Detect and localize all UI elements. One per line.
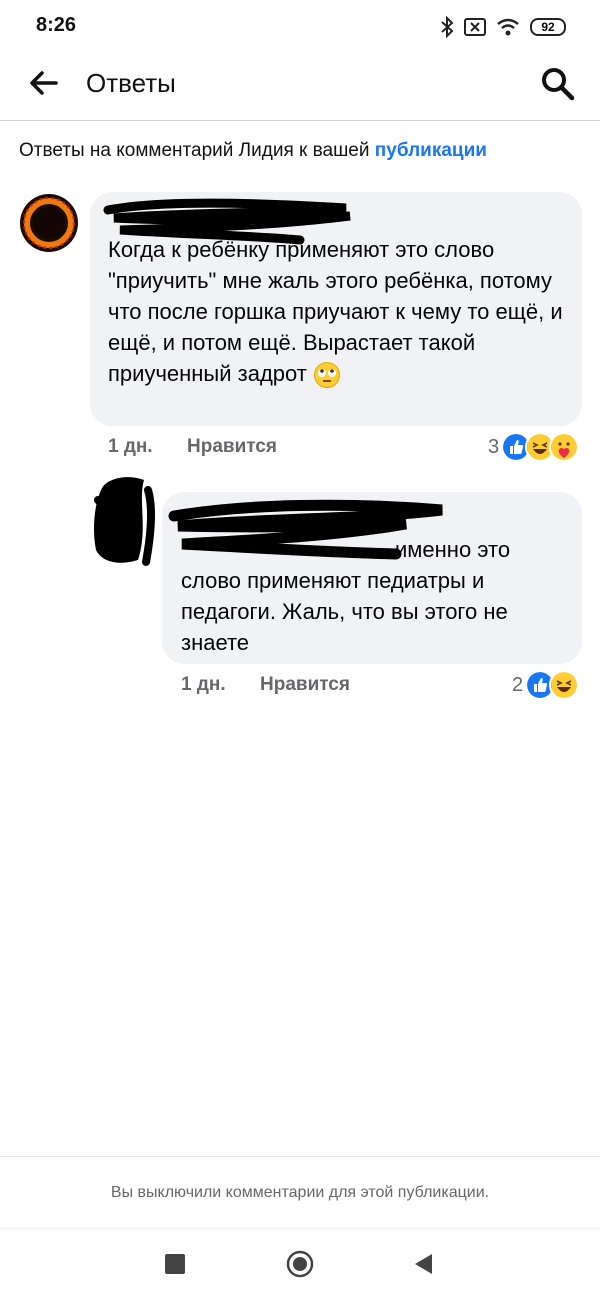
sim-off-icon (464, 18, 486, 36)
reply-reactions-summary[interactable]: 2 (512, 670, 580, 700)
status-time: 8:26 (36, 14, 77, 36)
bluetooth-icon (441, 16, 454, 38)
haha-reaction-icon (549, 670, 580, 700)
reactions-summary[interactable]: 3 (488, 432, 580, 462)
back-button[interactable] (26, 66, 60, 100)
context-text: Ответы на комментарий Лидия к вашей (19, 140, 375, 161)
search-icon (542, 68, 575, 101)
header-divider (0, 120, 600, 121)
redacted-avatar (94, 477, 156, 566)
status-icons: 92 (440, 14, 566, 40)
reply-reactions-count: 2 (512, 673, 524, 696)
reply-text-rest: слово применяют педиатры и педагоги. Жал… (181, 568, 508, 655)
fire-ring-avatar-icon (20, 194, 78, 252)
footer-divider (0, 1156, 600, 1157)
reply-text: именно это слово применяют педиатры и пе… (181, 534, 571, 658)
wifi-icon (497, 18, 519, 36)
nav-back-button[interactable] (412, 1252, 434, 1276)
reactions-count: 3 (488, 435, 500, 458)
replies-context: Ответы на комментарий Лидия к вашей публ… (19, 140, 487, 162)
battery-indicator: 92 (530, 18, 566, 36)
reply-like-button[interactable]: Нравится (260, 674, 350, 696)
comment-text: Когда к ребёнку применяют это слово "при… (108, 234, 568, 389)
back-arrow-icon (30, 71, 58, 95)
publication-link[interactable]: публикации (375, 140, 487, 161)
reply-time: 1 дн. (181, 674, 226, 695)
comment-time: 1 дн. (108, 436, 153, 457)
comments-disabled-notice: Вы выключили комментарии для этой публик… (110, 1184, 490, 1201)
search-button[interactable] (538, 64, 576, 102)
rolling-eyes-emoji (314, 362, 340, 389)
like-button[interactable]: Нравится (187, 436, 277, 458)
nav-divider (0, 1228, 600, 1229)
avatar[interactable] (20, 194, 78, 252)
page-title: Ответы (86, 68, 176, 98)
home-button[interactable] (286, 1250, 314, 1278)
care-reaction-icon (549, 432, 580, 462)
reply-text-first: именно это (395, 537, 511, 562)
recent-apps-button[interactable] (165, 1254, 185, 1274)
